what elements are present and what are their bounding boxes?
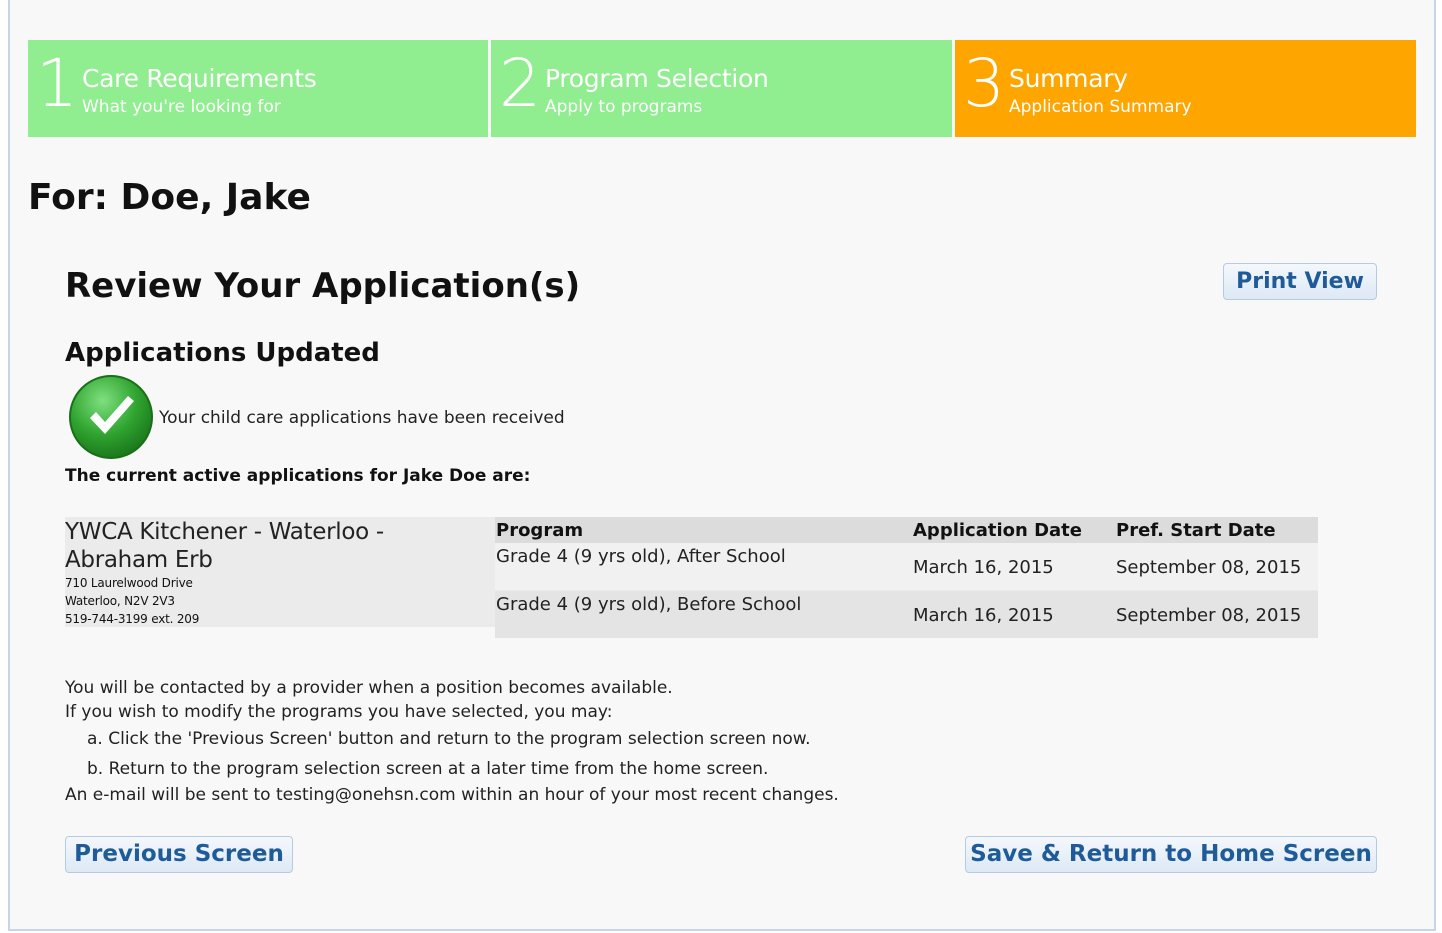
success-check-icon — [69, 375, 153, 459]
step-title: Care Requirements — [82, 64, 317, 93]
wizard-steps: 1 Care Requirements What you're looking … — [28, 40, 1416, 137]
active-applications-label: The current active applications for Jake… — [65, 466, 531, 486]
note-modify: If you wish to modify the programs you h… — [65, 702, 613, 722]
previous-screen-button[interactable]: Previous Screen — [65, 836, 293, 873]
pref-start-date: September 08, 2015 — [1116, 557, 1302, 578]
page-title: Review Your Application(s) — [65, 266, 581, 306]
note-option-a: a. Click the 'Previous Screen' button an… — [87, 729, 811, 749]
step-subtitle: Application Summary — [1009, 97, 1192, 117]
pref-start-date: September 08, 2015 — [1116, 605, 1302, 626]
provider-info: YWCA Kitchener - Waterloo - Abraham Erb … — [65, 517, 495, 627]
provider-address-line1: 710 Laurelwood Drive — [65, 576, 193, 590]
step-care-requirements[interactable]: 1 Care Requirements What you're looking … — [28, 40, 488, 137]
received-message: Your child care applications have been r… — [159, 408, 565, 428]
program-name: Grade 4 (9 yrs old), Before School — [496, 594, 802, 615]
print-view-button[interactable]: Print View — [1223, 263, 1377, 300]
program-name: Grade 4 (9 yrs old), After School — [496, 546, 786, 567]
step-subtitle: What you're looking for — [82, 97, 281, 117]
step-title: Program Selection — [545, 64, 769, 93]
step-title: Summary — [1009, 64, 1128, 93]
step-number: 3 — [963, 45, 1005, 122]
step-number: 1 — [36, 45, 78, 122]
step-number: 2 — [499, 45, 541, 122]
step-summary[interactable]: 3 Summary Application Summary — [955, 40, 1416, 137]
table-row: Grade 4 (9 yrs old), After School March … — [495, 543, 1318, 590]
programs-table: Program Application Date Pref. Start Dat… — [495, 517, 1318, 638]
provider-name: YWCA Kitchener - Waterloo - Abraham Erb — [65, 519, 384, 573]
provider-phone: 519-744-3199 ext. 209 — [65, 612, 200, 626]
table-header: Program Application Date Pref. Start Dat… — [495, 517, 1318, 543]
table-row: Grade 4 (9 yrs old), Before School March… — [495, 591, 1318, 638]
application-date: March 16, 2015 — [913, 557, 1054, 578]
column-header-program: Program — [496, 520, 584, 541]
note-option-b: b. Return to the program selection scree… — [87, 759, 769, 779]
applications-updated-heading: Applications Updated — [65, 338, 380, 368]
step-program-selection[interactable]: 2 Program Selection Apply to programs — [491, 40, 952, 137]
save-return-home-button[interactable]: Save & Return to Home Screen — [965, 836, 1377, 873]
note-contact: You will be contacted by a provider when… — [65, 678, 673, 698]
application-date: March 16, 2015 — [913, 605, 1054, 626]
note-email: An e-mail will be sent to testing@onehsn… — [65, 785, 839, 805]
column-header-start-date: Pref. Start Date — [1116, 520, 1276, 541]
provider-address-line2: Waterloo, N2V 2V3 — [65, 594, 175, 608]
step-subtitle: Apply to programs — [545, 97, 703, 117]
column-header-application-date: Application Date — [913, 520, 1082, 541]
applicant-name-heading: For: Doe, Jake — [28, 177, 311, 218]
